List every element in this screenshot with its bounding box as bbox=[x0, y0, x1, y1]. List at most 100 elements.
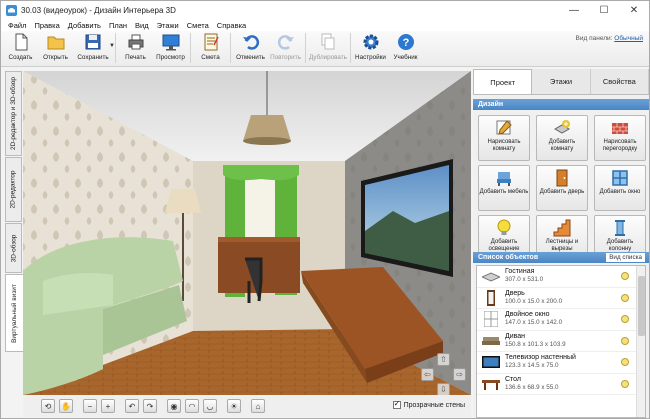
home-icon[interactable]: ⌂ bbox=[251, 399, 265, 413]
visibility-toggle-icon[interactable] bbox=[621, 272, 629, 280]
tab-virtual-visit[interactable]: Виртуальный визит bbox=[5, 274, 23, 352]
minimize-button[interactable]: — bbox=[559, 1, 589, 19]
tab-3d-view[interactable]: 3D-обзор bbox=[5, 223, 22, 273]
view-panel-value-link[interactable]: Обычный bbox=[614, 35, 643, 42]
tilt-up-icon[interactable]: ◠ bbox=[185, 399, 199, 413]
draw-room-button[interactable]: Нарисовать комнату bbox=[478, 115, 530, 161]
door-thumbnail-icon bbox=[481, 289, 501, 306]
tab-floors[interactable]: Этажи bbox=[532, 69, 591, 94]
toolbar-separator bbox=[230, 33, 231, 63]
settings-button[interactable]: Настройки bbox=[353, 31, 388, 65]
visibility-toggle-icon[interactable] bbox=[621, 358, 629, 366]
maximize-button[interactable]: ☐ bbox=[589, 1, 619, 19]
list-item[interactable]: Стол 136.6 x 68.9 x 55.0 bbox=[477, 374, 645, 395]
tab-properties[interactable]: Свойства bbox=[591, 69, 649, 94]
add-room-label: Добавить комнату bbox=[548, 139, 576, 152]
redo-button[interactable]: Повторить bbox=[268, 31, 303, 65]
rotate-view-icon[interactable]: ⟲ bbox=[41, 399, 55, 413]
add-door-label: Добавить дверь bbox=[539, 189, 585, 195]
right-tabs: Проект Этажи Свойства bbox=[473, 69, 649, 95]
menu-add[interactable]: Добавить bbox=[68, 21, 101, 30]
object-name: Стол bbox=[505, 375, 522, 383]
view-list-button[interactable]: Вид списка bbox=[606, 253, 645, 262]
viewport-toolbar: ⟲ ✋ − + ↶ ↷ ◉ ◠ ◡ ☀ ⌂ Прозрачные стены bbox=[23, 395, 471, 417]
nav-up-arrow-icon[interactable]: ⇧ bbox=[437, 353, 450, 366]
menu-estimate[interactable]: Смета bbox=[187, 21, 209, 30]
list-item[interactable]: Двойное окно 147.0 x 15.0 x 142.0 bbox=[477, 309, 645, 331]
3d-viewport[interactable]: ⇧ ⇦ ⇨ ⇩ bbox=[23, 71, 471, 417]
list-item[interactable]: Дверь 100.0 x 15.0 x 200.0 bbox=[477, 288, 645, 309]
add-lighting-label: Добавить освещение bbox=[488, 239, 520, 252]
create-button[interactable]: Создать bbox=[3, 31, 38, 65]
duplicate-button[interactable]: Дублировать bbox=[308, 31, 348, 65]
save-dropdown-arrow-icon[interactable]: ▼ bbox=[109, 43, 115, 49]
tilt-down-icon[interactable]: ◡ bbox=[203, 399, 217, 413]
draw-room-icon bbox=[496, 120, 512, 135]
sofa-thumbnail-icon bbox=[481, 333, 501, 349]
settings-label: Настройки bbox=[355, 54, 386, 61]
visibility-toggle-icon[interactable] bbox=[621, 293, 629, 302]
door-icon bbox=[556, 169, 568, 187]
list-item[interactable]: Телевизор настенный 123.3 x 14.5 x 75.0 bbox=[477, 352, 645, 374]
menu-help[interactable]: Справка bbox=[217, 21, 246, 30]
hand-pan-icon[interactable]: ✋ bbox=[59, 399, 73, 413]
tutorial-button[interactable]: ? Учебник bbox=[388, 31, 423, 65]
tab-2d-editor[interactable]: 2D-редактор bbox=[5, 157, 22, 222]
checkbox-checked-icon[interactable] bbox=[392, 399, 401, 409]
svg-text:?: ? bbox=[402, 37, 409, 49]
add-room-button[interactable]: Добавить комнату bbox=[536, 115, 588, 161]
stairs-label: Лестницы и вырезы bbox=[545, 239, 579, 252]
navigation-pad: ⇧ ⇦ ⇨ ⇩ bbox=[421, 353, 467, 397]
add-door-button[interactable]: Добавить дверь bbox=[536, 165, 588, 211]
undo-button[interactable]: Отменить bbox=[233, 31, 268, 65]
rotate-right-icon[interactable]: ↷ bbox=[143, 399, 157, 413]
open-button[interactable]: Открыть bbox=[38, 31, 73, 65]
object-name: Телевизор настенный bbox=[505, 354, 576, 362]
tab-project[interactable]: Проект bbox=[473, 69, 533, 94]
tab-2d-3d[interactable]: 2D-редактор и 3D-обзор bbox=[5, 71, 22, 156]
scrollbar-thumb[interactable] bbox=[638, 276, 645, 336]
menu-view[interactable]: Вид bbox=[135, 21, 149, 30]
list-item[interactable]: Диван 150.8 x 101.3 x 103.9 bbox=[477, 331, 645, 352]
save-button[interactable]: Сохранить ▼ bbox=[73, 31, 115, 65]
menu-plan[interactable]: План bbox=[109, 21, 127, 30]
object-list-scrollbar[interactable] bbox=[636, 266, 645, 417]
camera-icon[interactable]: ◉ bbox=[167, 399, 181, 413]
rotate-left-icon[interactable]: ↶ bbox=[125, 399, 139, 413]
add-furniture-button[interactable]: Добавить мебель bbox=[478, 165, 530, 211]
draw-room-label: Нарисовать комнату bbox=[487, 139, 521, 152]
folder-icon bbox=[47, 36, 64, 50]
view-mode-tabs: 2D-редактор и 3D-обзор 2D-редактор 3D-об… bbox=[5, 71, 23, 401]
view-panel-selector[interactable]: Вид панели: Обычный bbox=[576, 35, 643, 42]
nav-left-arrow-icon[interactable]: ⇦ bbox=[421, 368, 434, 381]
menu-floors[interactable]: Этажи bbox=[157, 21, 179, 30]
menu-bar: Файл Правка Добавить План Вид Этажи Смет… bbox=[1, 19, 649, 31]
visibility-toggle-icon[interactable] bbox=[621, 379, 629, 388]
add-window-button[interactable]: Добавить окно bbox=[594, 165, 646, 211]
zoom-in-icon[interactable]: + bbox=[101, 399, 115, 413]
draw-wall-button[interactable]: Нарисовать перегородку bbox=[594, 115, 646, 161]
transparent-walls-checkbox[interactable]: Прозрачные стены bbox=[392, 399, 465, 409]
undo-label: Отменить bbox=[236, 54, 265, 61]
object-list-header: Список объектов Вид списка bbox=[473, 252, 649, 263]
object-dims: 100.0 x 15.0 x 200.0 bbox=[505, 297, 563, 305]
visibility-toggle-icon[interactable] bbox=[621, 336, 629, 345]
menu-file[interactable]: Файл bbox=[8, 21, 26, 30]
list-item[interactable]: Гостиная 307.0 x 531.0 bbox=[477, 266, 645, 288]
estimate-button[interactable]: Смета bbox=[193, 31, 228, 65]
nav-right-arrow-icon[interactable]: ⇨ bbox=[453, 368, 466, 381]
visibility-toggle-icon[interactable] bbox=[621, 315, 629, 323]
object-dims: 150.8 x 101.3 x 103.9 bbox=[505, 340, 566, 348]
object-name: Дверь bbox=[505, 289, 525, 297]
close-button[interactable]: ✕ bbox=[619, 1, 649, 19]
room-thumbnail-icon bbox=[481, 268, 501, 284]
window-icon bbox=[612, 170, 628, 186]
object-dims: 123.3 x 14.5 x 75.0 bbox=[505, 362, 559, 370]
print-button[interactable]: Печать bbox=[118, 31, 153, 65]
table-thumbnail-icon bbox=[481, 376, 501, 392]
lightbulb-icon[interactable]: ☀ bbox=[227, 399, 241, 413]
zoom-out-icon[interactable]: − bbox=[83, 399, 97, 413]
preview-button[interactable]: Просмотр bbox=[153, 31, 188, 65]
menu-edit[interactable]: Правка bbox=[34, 21, 59, 30]
object-list-title: Список объектов bbox=[478, 254, 539, 261]
